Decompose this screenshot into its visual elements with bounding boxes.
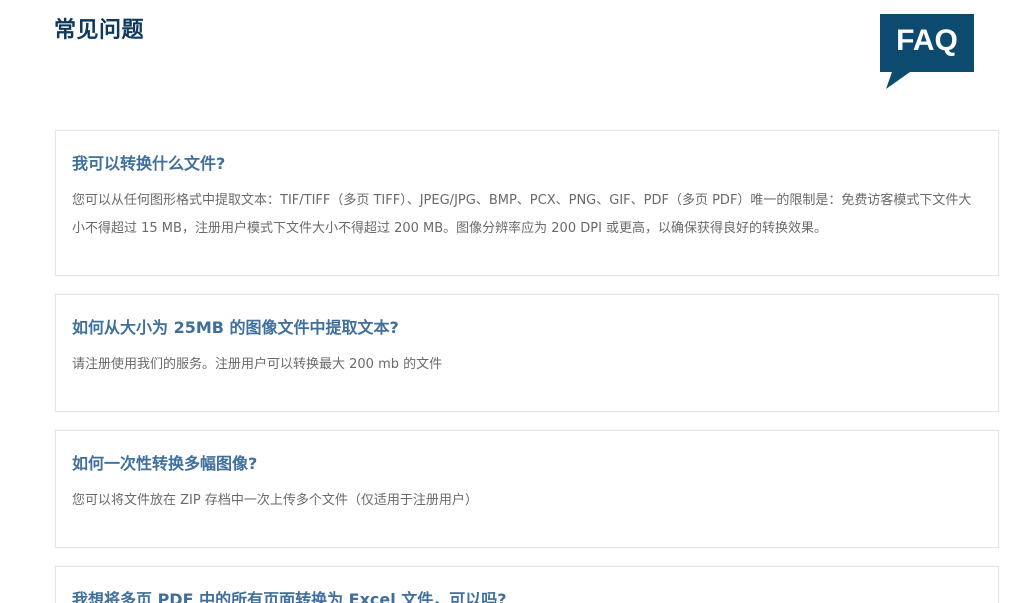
faq-item: 如何从大小为 25MB 的图像文件中提取文本? 请注册使用我们的服务。注册用户可… (55, 294, 999, 412)
faq-logo: FAQ (878, 14, 976, 90)
faq-answer: 您可以从任何图形格式中提取文本：TIF/TIFF（多页 TIFF）、JPEG/J… (72, 193, 972, 236)
faq-item: 我想将多页 PDF 中的所有页面转换为 Excel 文件，可以吗? (55, 566, 999, 603)
faq-question: 我想将多页 PDF 中的所有页面转换为 Excel 文件，可以吗? (72, 590, 507, 603)
faq-item: 如何一次性转换多幅图像? 您可以将文件放在 ZIP 存档中一次上传多个文件（仅适… (55, 430, 999, 548)
faq-item: 我可以转换什么文件? 您可以从任何图形格式中提取文本：TIF/TIFF（多页 T… (55, 130, 999, 276)
logo-text: FAQ (896, 24, 958, 57)
faq-answer: 您可以将文件放在 ZIP 存档中一次上传多个文件（仅适用于注册用户） (72, 493, 478, 508)
page-title: 常见问题 (54, 18, 145, 43)
faq-question: 我可以转换什么文件? (72, 154, 226, 173)
faq-answer: 请注册使用我们的服务。注册用户可以转换最大 200 mb 的文件 (72, 357, 443, 372)
faq-question: 如何一次性转换多幅图像? (72, 454, 258, 473)
faq-question: 如何从大小为 25MB 的图像文件中提取文本? (72, 318, 399, 337)
faq-page: 常见问题 FAQ 我可以转换什么文件? 您可以从任何图形格式中提取文本：TIF/… (0, 0, 1010, 603)
speech-bubble-icon: FAQ (880, 14, 974, 89)
